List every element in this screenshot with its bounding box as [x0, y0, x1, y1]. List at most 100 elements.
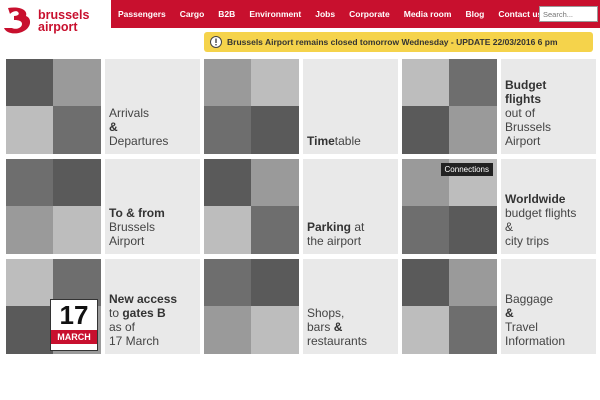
alert-banner[interactable]: Brussels Airport remains closed tomorrow…	[204, 32, 593, 52]
restaurant-photo[interactable]	[204, 259, 299, 354]
tile-label-part: table	[334, 134, 361, 148]
landing-gear-photo[interactable]	[6, 59, 101, 154]
tile-label-part: Baggage	[505, 292, 554, 306]
tile-label-part: Brussels	[505, 120, 552, 134]
tile-label-part: Arrivals	[109, 106, 150, 120]
tile-label: Worldwide budget flights & city trips	[505, 192, 576, 248]
tile-label-line: Brussels	[109, 220, 165, 234]
site-header: brussels airport Passengers Cargo B2B Envir…	[0, 0, 600, 57]
tile-text-box[interactable]: To & from Brussels Airport	[105, 159, 200, 254]
photo-placeholder-graphic	[6, 59, 101, 154]
tile-label-part: &	[505, 220, 514, 234]
photo-placeholder-graphic	[204, 159, 299, 254]
tile-label-part: Shops,	[307, 306, 345, 320]
tile-label-part: as of	[109, 320, 136, 334]
tile-label-line: as of	[109, 320, 177, 334]
logo-b-icon	[4, 7, 31, 34]
search-input[interactable]	[539, 6, 598, 22]
tile-label-line: &	[505, 306, 565, 320]
tile-label-line: city trips	[505, 234, 576, 248]
nav-item-contact-us[interactable]: Contact us	[498, 9, 542, 19]
tile-label-part: gates B	[122, 306, 166, 320]
tile-label-line: Worldwide	[505, 192, 576, 206]
nav-item-passengers[interactable]: Passengers	[118, 9, 166, 19]
tile-label: Shops, bars & restaurants	[307, 306, 367, 348]
tile-label-line: out of	[505, 106, 551, 120]
baggage-travellers-photo[interactable]	[402, 259, 497, 354]
photo-placeholder-graphic	[204, 259, 299, 354]
tile-label: To & from Brussels Airport	[109, 206, 165, 248]
tile-label-line: To & from	[109, 206, 165, 220]
tile-label-line: &	[109, 120, 168, 134]
tile-label-part: at	[351, 220, 365, 234]
photo-placeholder-graphic	[204, 59, 299, 154]
warning-icon	[210, 36, 222, 48]
tile-label-line: budget flights	[505, 206, 576, 220]
train-platform-photo[interactable]	[6, 159, 101, 254]
nav-item-b2b[interactable]: B2B	[218, 9, 235, 19]
connections-badge: Connections	[440, 163, 493, 176]
tile-label-line: Timetable	[307, 134, 361, 148]
connections-plane-photo[interactable]: Connections	[402, 159, 497, 254]
tile-label-line: Airport	[505, 134, 551, 148]
tile-text-box[interactable]: Timetable	[303, 59, 398, 154]
tile-text-box[interactable]: Worldwide budget flights & city trips	[501, 159, 596, 254]
tile-label-line: Information	[505, 334, 565, 348]
tile-text-box[interactable]: Shops, bars & restaurants	[303, 259, 398, 354]
tile-label-part: Brussels	[109, 220, 156, 234]
tile-label-line: &	[505, 220, 576, 234]
tile-label: Baggage & Travel Information	[505, 292, 565, 348]
tile-label-part: city trips	[505, 234, 550, 248]
calendar-page-icon: 17 MARCH	[50, 299, 98, 351]
tile-text-box[interactable]: Parking at the airport	[303, 159, 398, 254]
tile-label-part: &	[505, 306, 514, 320]
tile-label-part: Departures	[109, 134, 169, 148]
tile-label-part: Time	[307, 134, 335, 148]
nav-item-environment[interactable]: Environment	[249, 9, 301, 19]
tile-label-part: Airport	[505, 134, 541, 148]
tile-label-line: Shops,	[307, 306, 367, 320]
tile-label-line: flights	[505, 92, 551, 106]
tile-label-part: to	[109, 306, 123, 320]
gates-calendar-photo[interactable]: 17 MARCH	[6, 259, 101, 354]
tile-label-part: New access	[109, 292, 178, 306]
main-nav: Passengers Cargo B2B Environment Jobs Corpora…	[118, 0, 556, 28]
calendar-day: 17	[59, 300, 89, 330]
tile-label-part: Information	[505, 334, 566, 348]
departure-board-photo[interactable]	[204, 59, 299, 154]
tile-label-part: the airport	[307, 234, 362, 248]
tile-text-box[interactable]: Budget flights out of Brussels Airport	[501, 59, 596, 154]
calendar-month: MARCH	[51, 330, 97, 344]
tile-label-line: Baggage	[505, 292, 565, 306]
tile-label-part: Parking	[307, 220, 352, 234]
brucargo-sign-photo[interactable]	[402, 59, 497, 154]
tile-label-part: bars	[307, 320, 334, 334]
brussels-airport-logo[interactable]: brussels airport	[0, 0, 111, 40]
tile-text-box[interactable]: Arrivals & Departures	[105, 59, 200, 154]
tile-label-line: Travel	[505, 320, 565, 334]
tile-label-part: &	[333, 320, 343, 334]
alert-text: Brussels Airport remains closed tomorrow…	[227, 37, 558, 47]
tile-label-part: budget flights	[505, 206, 577, 220]
tile-label-part: Budget	[505, 78, 547, 92]
nav-item-corporate[interactable]: Corporate	[349, 9, 390, 19]
tile-text-box[interactable]: New access to gates Bas of 17 March	[105, 259, 200, 354]
logo-text-line2: airport	[38, 20, 78, 34]
nav-item-jobs[interactable]: Jobs	[315, 9, 335, 19]
tile-label-line: 17 March	[109, 334, 177, 348]
nav-item-blog[interactable]: Blog	[465, 9, 484, 19]
parking-ticket-photo[interactable]	[204, 159, 299, 254]
tile-label-part: flights	[505, 92, 541, 106]
tile-text-box[interactable]: Baggage & Travel Information	[501, 259, 596, 354]
tile-label-line: bars &	[307, 320, 367, 334]
tile-label-part: &	[109, 120, 118, 134]
tile-label-line: Budget	[505, 78, 551, 92]
tile-label: Parking at the airport	[307, 220, 364, 248]
service-tiles-grid: Arrivals & Departures Timetable Budget flight…	[6, 59, 600, 355]
nav-item-cargo[interactable]: Cargo	[180, 9, 205, 19]
tile-label-line: restaurants	[307, 334, 367, 348]
nav-item-media-room[interactable]: Media room	[404, 9, 452, 19]
tile-label-line: Parking at	[307, 220, 364, 234]
tile-label: Arrivals & Departures	[109, 106, 168, 148]
tile-label-part: Airport	[109, 234, 145, 248]
